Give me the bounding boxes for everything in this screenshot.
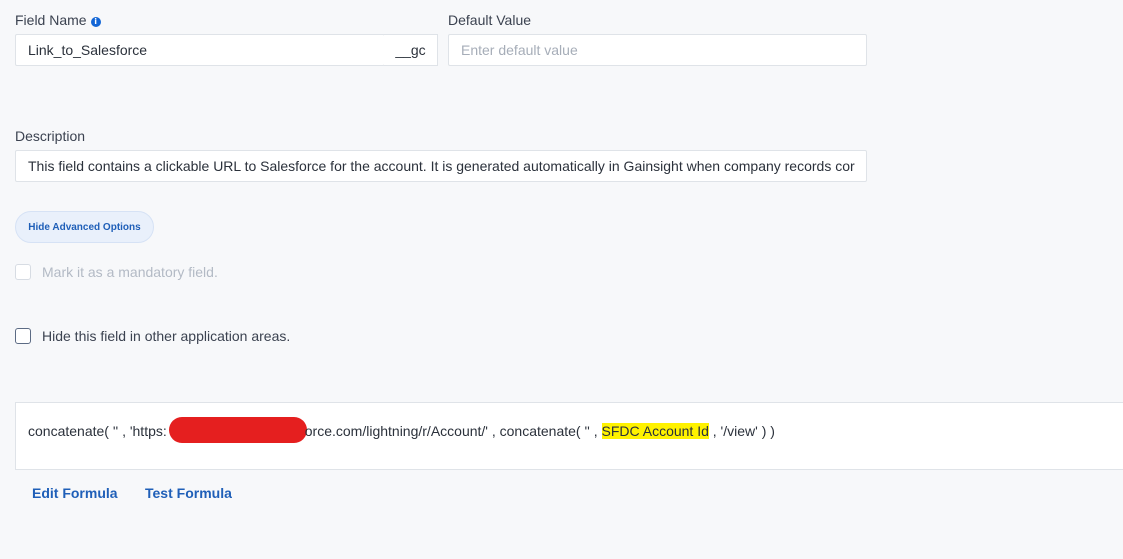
hide-field-checkbox[interactable] [15, 328, 31, 344]
test-formula-link[interactable]: Test Formula [145, 485, 232, 501]
field-name-input[interactable]: Link_to_Salesforce [15, 34, 385, 66]
formula-suffix: , '/view' ) ) [708, 423, 775, 439]
formula-display[interactable]: concatenate( '' , 'https: orce.com/lightn… [15, 402, 1123, 470]
field-name-label: Field Name i [15, 12, 101, 28]
redaction-mark [168, 417, 307, 443]
description-label: Description [15, 128, 86, 144]
formula-highlight: SFDC Account Id [601, 423, 709, 439]
default-value-input[interactable]: Enter default value [448, 34, 867, 66]
mandatory-checkbox[interactable] [15, 264, 31, 280]
formula-middle: orce.com/lightning/r/Account/' , concate… [304, 423, 602, 439]
hide-advanced-options-button[interactable]: Hide Advanced Options [15, 211, 154, 243]
formula-prefix: concatenate( '' , 'https: [28, 423, 167, 439]
edit-formula-link[interactable]: Edit Formula [32, 485, 118, 501]
default-value-label: Default Value [448, 12, 532, 28]
mandatory-label: Mark it as a mandatory field. [42, 264, 218, 280]
info-icon[interactable]: i [90, 17, 101, 27]
description-input[interactable]: This field contains a clickable URL to S… [15, 150, 867, 182]
field-name-suffix: __gc [384, 34, 438, 66]
field-editor-form: Field Name i Link_to_Salesforce __gc Defa… [0, 0, 1123, 559]
hide-field-label: Hide this field in other application are… [42, 328, 291, 344]
